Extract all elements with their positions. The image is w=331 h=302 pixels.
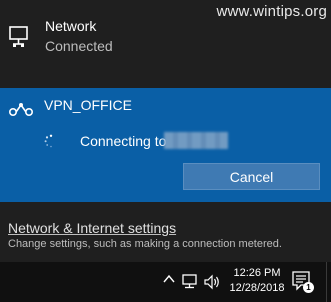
- clock-date[interactable]: 12/28/2018: [228, 282, 286, 294]
- network-title: Network: [45, 18, 97, 34]
- show-hidden-icons-chevron-icon[interactable]: [163, 274, 175, 284]
- network-status: Connected: [45, 38, 113, 54]
- taskbar: 12:26 PM 12/28/2018 1: [0, 262, 331, 302]
- show-desktop-button[interactable]: [326, 262, 327, 302]
- network-flyout: www.wintips.org Network Connected VPN_OF…: [0, 0, 331, 262]
- vpn-item[interactable]: VPN_OFFICE Connecting to Cancel: [0, 88, 331, 202]
- loading-spinner-icon: [44, 134, 53, 148]
- vpn-name: VPN_OFFICE: [44, 97, 132, 113]
- redacted-server-address: [164, 132, 228, 149]
- cancel-button[interactable]: Cancel: [183, 163, 320, 190]
- volume-icon[interactable]: [204, 274, 222, 290]
- vpn-connecting-text: Connecting to: [80, 133, 167, 149]
- ethernet-icon: [9, 26, 28, 47]
- tray-network-icon[interactable]: [182, 274, 200, 290]
- network-settings-description: Change settings, such as making a connec…: [8, 238, 282, 250]
- vpn-icon: [8, 103, 33, 117]
- notification-count-badge: 1: [303, 282, 314, 293]
- clock-time[interactable]: 12:26 PM: [228, 267, 286, 279]
- network-settings-link[interactable]: Network & Internet settings: [8, 220, 176, 236]
- network-item[interactable]: Network Connected: [8, 18, 308, 58]
